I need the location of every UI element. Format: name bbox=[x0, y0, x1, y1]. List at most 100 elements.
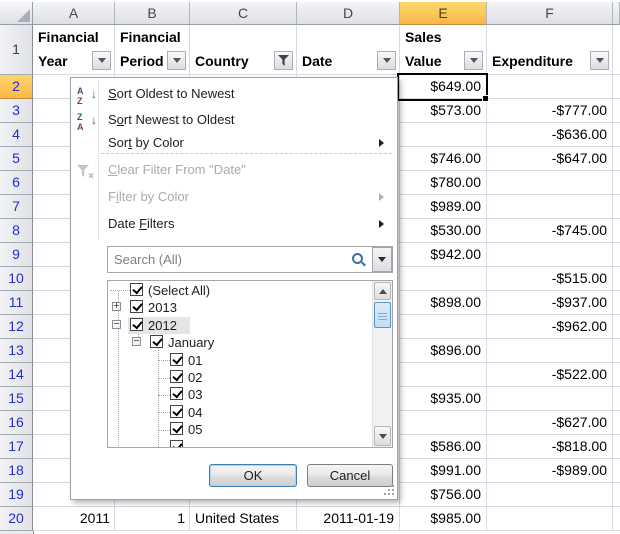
scroll-up-button[interactable] bbox=[374, 282, 391, 300]
cell-sales-value[interactable]: $756.00 bbox=[400, 483, 487, 507]
cell-sales-value[interactable]: $530.00 bbox=[400, 219, 487, 243]
cell-sales-value[interactable]: $985.00 bbox=[400, 507, 487, 531]
checkbox[interactable] bbox=[170, 405, 183, 418]
search-input[interactable] bbox=[108, 247, 392, 272]
tree-item[interactable]: 03 bbox=[108, 386, 368, 403]
tree-expander-icon[interactable]: − bbox=[112, 320, 121, 329]
checkbox[interactable] bbox=[130, 300, 143, 313]
cell-expenditure[interactable] bbox=[487, 195, 613, 219]
cell-expenditure[interactable]: -$647.00 bbox=[487, 147, 613, 171]
row-header[interactable]: 4 bbox=[0, 123, 33, 147]
filter-dropdown-button-year[interactable] bbox=[92, 51, 111, 70]
cell-expenditure[interactable] bbox=[487, 483, 613, 507]
menu-item-sort-oldest-to-newest[interactable]: Sort Oldest to Newest bbox=[100, 81, 394, 107]
row-header[interactable]: 14 bbox=[0, 363, 33, 387]
row-header[interactable]: 18 bbox=[0, 459, 33, 483]
header-cell-financial-period[interactable]: Financial Period bbox=[115, 25, 190, 75]
cell-expenditure[interactable] bbox=[487, 243, 613, 267]
tree-item[interactable]: (Select All) bbox=[108, 282, 368, 299]
tree-scrollbar[interactable] bbox=[372, 281, 392, 447]
filter-dropdown-button-country[interactable] bbox=[274, 51, 293, 70]
cell-expenditure[interactable]: -$818.00 bbox=[487, 435, 613, 459]
cell-expenditure[interactable]: -$522.00 bbox=[487, 363, 613, 387]
filter-dropdown-button-sales[interactable] bbox=[464, 51, 483, 70]
cell-expenditure[interactable] bbox=[487, 75, 613, 99]
filter-dropdown-button-period[interactable] bbox=[167, 51, 186, 70]
header-cell-date[interactable]: Date bbox=[297, 25, 400, 75]
cell-sales-value[interactable] bbox=[400, 315, 487, 339]
tree-item[interactable]: 04 bbox=[108, 404, 368, 421]
ok-button[interactable]: OK bbox=[209, 464, 297, 487]
scrollbar-thumb[interactable] bbox=[374, 302, 391, 328]
resize-grip[interactable] bbox=[383, 485, 394, 496]
row-header[interactable]: 16 bbox=[0, 411, 33, 435]
cell-expenditure[interactable]: -$636.00 bbox=[487, 123, 613, 147]
checkbox[interactable] bbox=[130, 318, 143, 331]
tree-item[interactable]: − 2012 bbox=[108, 317, 368, 334]
row-header[interactable]: 11 bbox=[0, 291, 33, 315]
cancel-button[interactable]: Cancel bbox=[307, 464, 393, 487]
checkbox[interactable] bbox=[150, 335, 163, 348]
row-header[interactable]: 10 bbox=[0, 267, 33, 291]
cell-financial-year[interactable]: 2011 bbox=[33, 507, 115, 531]
row-header[interactable]: 20 bbox=[0, 507, 33, 531]
cell-expenditure[interactable]: -$515.00 bbox=[487, 267, 613, 291]
select-all-corner[interactable] bbox=[0, 2, 33, 25]
tree-item[interactable]: − January bbox=[108, 334, 368, 351]
row-header[interactable]: 2 bbox=[0, 75, 33, 99]
cell-sales-value[interactable]: $989.00 bbox=[400, 195, 487, 219]
row-header[interactable]: 17 bbox=[0, 435, 33, 459]
checkbox[interactable] bbox=[170, 440, 183, 448]
cell-sales-value[interactable]: $935.00 bbox=[400, 387, 487, 411]
tree-expander-icon[interactable]: + bbox=[112, 302, 121, 311]
cell-expenditure[interactable]: -$989.00 bbox=[487, 459, 613, 483]
column-header-e[interactable]: E bbox=[400, 2, 487, 25]
cell-expenditure[interactable]: -$777.00 bbox=[487, 99, 613, 123]
cell-sales-value[interactable] bbox=[400, 411, 487, 435]
cell-sales-value[interactable]: $896.00 bbox=[400, 339, 487, 363]
cell-expenditure[interactable]: -$745.00 bbox=[487, 219, 613, 243]
header-cell-expenditure[interactable]: Expenditure bbox=[487, 25, 613, 75]
cell-country[interactable]: United States bbox=[190, 507, 297, 531]
filter-dropdown-button-date[interactable] bbox=[377, 51, 396, 70]
column-header-c[interactable]: C bbox=[190, 2, 297, 25]
row-header[interactable]: 5 bbox=[0, 147, 33, 171]
tree-item[interactable]: 05 bbox=[108, 421, 368, 438]
row-header[interactable]: 8 bbox=[0, 219, 33, 243]
cell-expenditure[interactable]: -$937.00 bbox=[487, 291, 613, 315]
row-header[interactable]: 6 bbox=[0, 171, 33, 195]
row-header[interactable]: 3 bbox=[0, 99, 33, 123]
menu-item-date-filters[interactable]: Date Filters bbox=[100, 211, 394, 237]
tree-expander-icon[interactable]: − bbox=[132, 337, 141, 346]
column-header-d[interactable]: D bbox=[297, 2, 400, 25]
cell-expenditure[interactable] bbox=[487, 339, 613, 363]
cell-expenditure[interactable] bbox=[487, 387, 613, 411]
cell-sales-value[interactable] bbox=[400, 123, 487, 147]
scroll-down-button[interactable] bbox=[374, 426, 391, 446]
cell-expenditure[interactable]: -$962.00 bbox=[487, 315, 613, 339]
tree-item[interactable]: + 2013 bbox=[108, 299, 368, 316]
checkbox[interactable] bbox=[170, 422, 183, 435]
cell-sales-value[interactable]: $586.00 bbox=[400, 435, 487, 459]
header-cell-sales-value[interactable]: Sales Value bbox=[400, 25, 487, 75]
checkbox[interactable] bbox=[170, 387, 183, 400]
row-header[interactable]: 12 bbox=[0, 315, 33, 339]
column-header-b[interactable]: B bbox=[115, 2, 190, 25]
cell-expenditure[interactable]: -$627.00 bbox=[487, 411, 613, 435]
column-header-a[interactable]: A bbox=[33, 2, 115, 25]
cell-sales-value[interactable]: $991.00 bbox=[400, 459, 487, 483]
row-header-1[interactable]: 1 bbox=[0, 25, 33, 75]
filter-dropdown-button-expenditure[interactable] bbox=[590, 51, 609, 70]
row-header[interactable]: 15 bbox=[0, 387, 33, 411]
cell-date[interactable]: 2011-01-19 bbox=[297, 507, 400, 531]
cell-sales-value[interactable]: $573.00 bbox=[400, 99, 487, 123]
column-header-f[interactable]: F bbox=[487, 2, 613, 25]
tree-item[interactable] bbox=[108, 439, 368, 448]
cell-sales-value[interactable]: $746.00 bbox=[400, 147, 487, 171]
cell-sales-value[interactable]: $898.00 bbox=[400, 291, 487, 315]
header-cell-financial-year[interactable]: Financial Year bbox=[33, 25, 115, 75]
cell-expenditure[interactable] bbox=[487, 171, 613, 195]
cell-sales-value[interactable]: $942.00 bbox=[400, 243, 487, 267]
cell-sales-value[interactable]: $649.00 bbox=[400, 75, 487, 99]
cell-sales-value[interactable] bbox=[400, 363, 487, 387]
